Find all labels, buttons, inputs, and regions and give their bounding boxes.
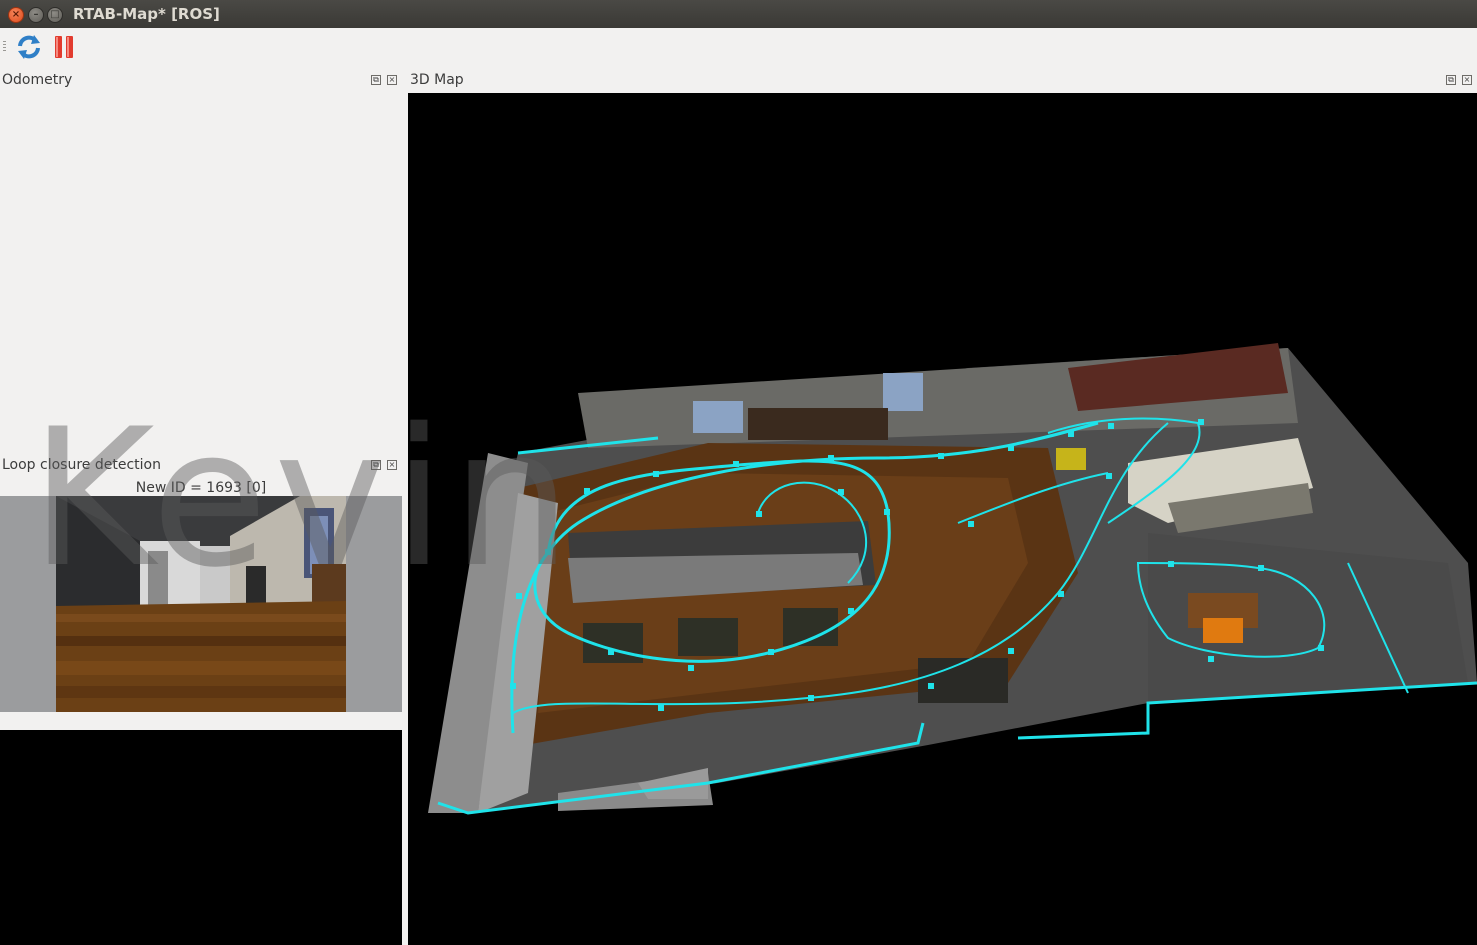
float-icon[interactable]: ⧉ [371, 460, 381, 470]
close-dock-icon[interactable]: × [387, 460, 397, 470]
loop-closure-dock-controls: ⧉ × [371, 460, 397, 472]
maximize-icon[interactable]: □ [47, 7, 63, 23]
odometry-view[interactable] [0, 93, 404, 453]
odometry-dock-title: Odometry [2, 72, 73, 88]
loop-closure-dock-title: Loop closure detection [2, 457, 161, 473]
map3d-dock-controls: ⧉ × [1446, 75, 1472, 87]
window-title: RTAB-Map* [ROS] [73, 5, 220, 23]
close-dock-icon[interactable]: × [1462, 75, 1472, 85]
map3d-view[interactable] [408, 93, 1477, 945]
float-icon[interactable]: ⧉ [1446, 75, 1456, 85]
main-toolbar [0, 28, 1477, 68]
close-icon[interactable]: × [8, 7, 24, 23]
loop-closure-image [0, 496, 402, 712]
loop-closure-secondary-view [0, 730, 402, 945]
float-icon[interactable]: ⧉ [371, 75, 381, 85]
pause-icon [55, 36, 73, 58]
refresh-button[interactable] [14, 32, 44, 62]
point-cloud-map [428, 343, 1477, 815]
loop-closure-status: New ID = 1693 [0] [135, 480, 267, 496]
refresh-icon [18, 35, 40, 59]
minimize-icon[interactable]: – [28, 7, 44, 23]
close-dock-icon[interactable]: × [387, 75, 397, 85]
map3d-dock-title: 3D Map [410, 72, 464, 88]
pause-button[interactable] [50, 32, 80, 62]
window-titlebar: × – □ RTAB-Map* [ROS] [0, 0, 1477, 28]
toolbar-grip[interactable] [3, 41, 6, 53]
odometry-dock-controls: ⧉ × [371, 75, 397, 87]
